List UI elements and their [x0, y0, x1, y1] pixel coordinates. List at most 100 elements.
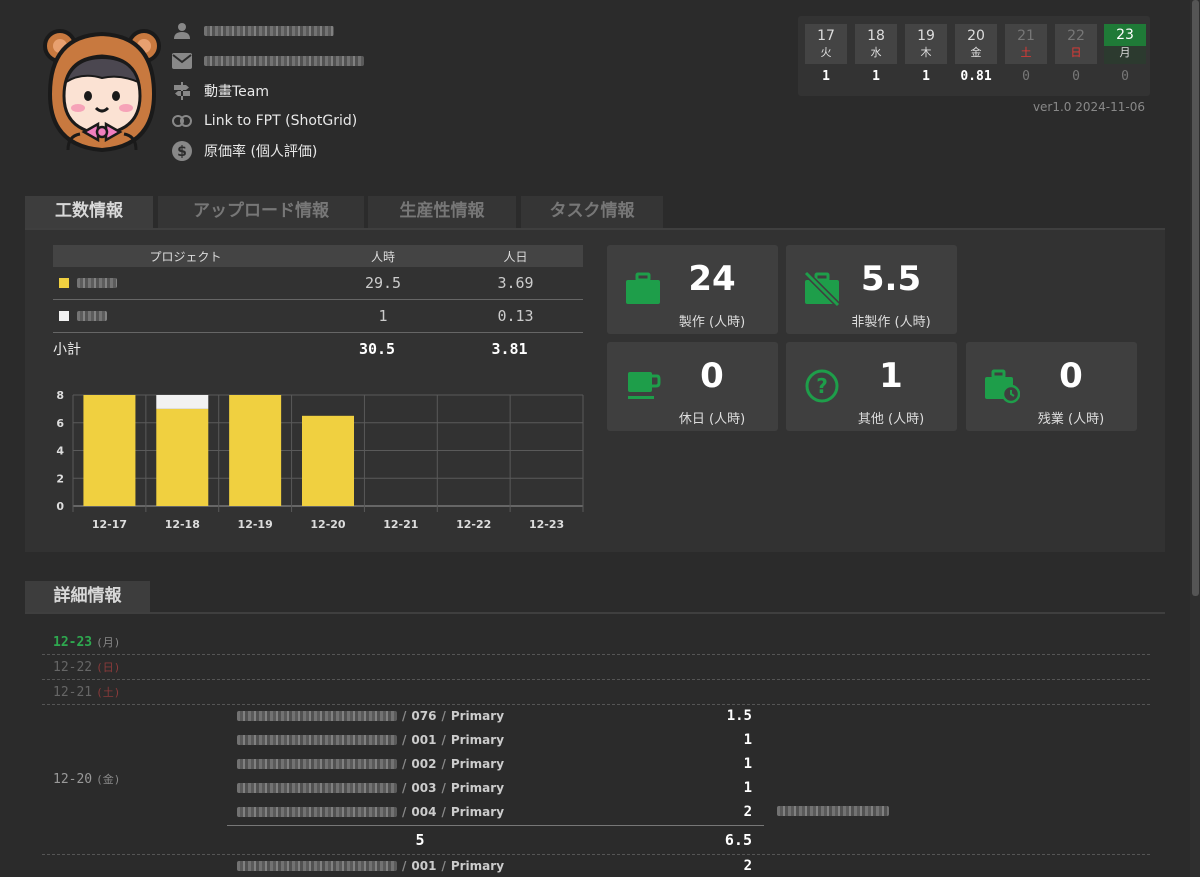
task-entry[interactable]: /004/Primary	[237, 802, 504, 822]
divider	[42, 679, 1150, 680]
y-tick-label: 8	[56, 389, 64, 402]
stat-overtime: 0 残業 (人時)	[966, 342, 1137, 431]
calendar-value: 0.81	[960, 69, 992, 84]
shotgrid-link[interactable]: Link to FPT (ShotGrid)	[204, 113, 357, 129]
tab-productivity[interactable]: 生産性情報	[368, 196, 516, 228]
row-days: 3.69	[497, 274, 534, 292]
y-tick-label: 4	[56, 445, 64, 458]
date-label[interactable]: 12-22 (日)	[53, 659, 120, 675]
calendar-day[interactable]: 17 火	[805, 24, 847, 64]
redacted-task	[237, 711, 397, 721]
tab-detail[interactable]: 詳細情報	[25, 581, 150, 613]
header-project: プロジェクト	[149, 249, 222, 264]
hours-bar-chart: 0 2 4 6 8 12-17 12-18 12-19 12-20 12-21 12-22 12-23	[56, 389, 584, 531]
svg-text:$: $	[177, 144, 187, 160]
profile-rate-row[interactable]: $ 原価率 (個人評価)	[171, 140, 317, 162]
person-icon	[171, 20, 193, 42]
redacted-project	[77, 311, 107, 321]
bar	[302, 415, 354, 506]
stat-label: 残業 (人時)	[1037, 412, 1105, 427]
tab-upload[interactable]: アップロード情報	[158, 196, 364, 228]
stat-label: 非製作 (人時)	[851, 315, 931, 330]
task-entry[interactable]: /002/Primary	[237, 754, 504, 774]
calendar-value: 1	[872, 69, 880, 84]
profile-team-row: 動畫Team	[171, 80, 269, 102]
tab-workload[interactable]: 工数情報	[25, 196, 153, 228]
calendar-day[interactable]: 19 木	[905, 24, 947, 64]
table-row: 1 0.13	[53, 300, 583, 333]
stat-label: 製作 (人時)	[678, 315, 746, 330]
subtotal-hours: 30.5	[358, 340, 396, 358]
redacted-task	[237, 735, 397, 745]
x-tick-label: 12-21	[383, 518, 418, 531]
x-tick-label: 12-17	[92, 518, 127, 531]
task-entry[interactable]: /001/Primary	[237, 730, 504, 750]
task-hours: 1.5	[726, 708, 752, 724]
coffee-cup-icon	[625, 368, 661, 404]
calendar-day[interactable]: 18 水	[855, 24, 897, 64]
stat-value: 24	[688, 259, 736, 299]
tab-tasks[interactable]: タスク情報	[521, 196, 663, 228]
calendar-day-sunday[interactable]: 22 日	[1055, 24, 1097, 64]
subtotal-count: 5	[415, 831, 425, 849]
project-table: プロジェクト 人時 人日 29.5 3.69 1 0.13 小計 30.5 3.…	[53, 245, 583, 365]
date-label[interactable]: 12-21 (土)	[53, 684, 120, 700]
avatar	[40, 24, 164, 160]
divider	[42, 704, 1150, 705]
team-sign-icon	[171, 80, 193, 102]
redacted-comment	[777, 806, 889, 816]
redacted-project	[77, 278, 117, 288]
subtotal-hours: 6.5	[724, 831, 752, 849]
calendar-value: 0	[1022, 69, 1030, 84]
x-tick-label: 12-19	[238, 518, 273, 531]
legend-swatch-yellow	[59, 278, 69, 288]
date-label[interactable]: 12-20 (金)	[53, 771, 120, 787]
x-tick-label: 12-20	[310, 518, 346, 531]
task-entry[interactable]: /001/Primary	[237, 856, 504, 876]
header-man-days: 人日	[503, 249, 528, 264]
profile-link-row[interactable]: Link to FPT (ShotGrid)	[171, 110, 357, 132]
stat-label: 休日 (人時)	[678, 412, 746, 427]
calendar-day-today[interactable]: 23 月	[1104, 24, 1146, 64]
redacted-task	[237, 807, 397, 817]
header-man-hours: 人時	[370, 249, 395, 264]
divider	[42, 654, 1150, 655]
subtotal-days: 3.81	[491, 340, 528, 358]
y-tick-label: 2	[56, 472, 64, 485]
redacted-name	[204, 26, 334, 36]
profile-name-row	[171, 20, 334, 42]
subtotal-divider	[227, 825, 764, 826]
link-icon	[171, 110, 193, 132]
table-row: 29.5 3.69	[53, 267, 583, 300]
team-name: 動畫Team	[204, 84, 270, 100]
bar	[229, 395, 282, 506]
legend-swatch-white	[59, 311, 69, 321]
stat-production: 24 製作 (人時)	[607, 245, 778, 334]
briefcase-off-icon	[803, 270, 841, 308]
cost-rate-link[interactable]: 原価率 (個人評価)	[204, 141, 317, 161]
calendar-value: 1	[822, 69, 830, 84]
task-hours: 2	[743, 858, 752, 874]
task-hours: 1	[743, 780, 752, 796]
date-label[interactable]: 12-23 (月)	[53, 634, 120, 650]
task-entry[interactable]: /003/Primary	[237, 778, 504, 798]
x-tick-label: 12-22	[456, 518, 491, 531]
briefcase-clock-icon	[984, 368, 1021, 404]
mail-icon	[171, 50, 193, 72]
scrollbar[interactable]	[1190, 0, 1200, 877]
calendar-day[interactable]: 20 金	[955, 24, 997, 64]
row-hours: 1	[378, 307, 388, 325]
profile-email-row	[171, 50, 364, 72]
stat-holiday: 0 休日 (人時)	[607, 342, 778, 431]
stat-label: 其他 (人時)	[857, 412, 925, 427]
calendar-day-saturday[interactable]: 21 土	[1005, 24, 1047, 64]
scrollbar-thumb[interactable]	[1192, 0, 1199, 596]
stat-value: 0	[700, 356, 724, 396]
calendar-value: 0	[1121, 69, 1129, 84]
bar	[156, 408, 209, 506]
task-entry[interactable]: /076/Primary	[237, 706, 504, 726]
redacted-task	[237, 783, 397, 793]
row-hours: 29.5	[364, 274, 402, 292]
stat-value: 5.5	[860, 259, 922, 299]
divider	[25, 612, 1165, 614]
